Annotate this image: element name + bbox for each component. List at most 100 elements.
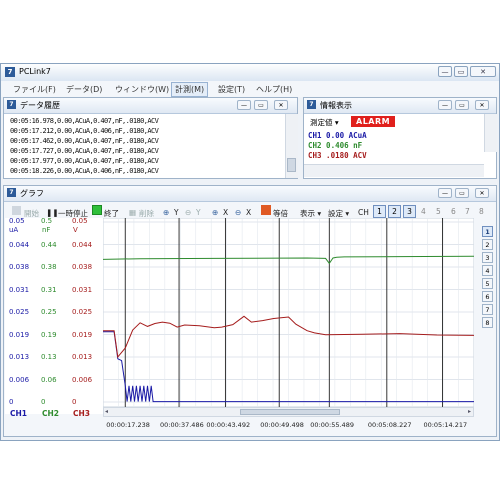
close-icon[interactable]: ✕ [470, 66, 496, 77]
y-tick-label: 0.019 [72, 330, 93, 339]
restore-icon[interactable]: ▭ [254, 100, 268, 110]
history-row: 00:05:17.977,0.00,ACuA,0.407,nF,.0180,AC… [10, 157, 159, 165]
graph-panel-title: グラフ [20, 189, 44, 198]
side-channel-button-1[interactable]: 1 [482, 226, 493, 237]
panel-icon: 7 [7, 100, 16, 109]
x-tick-label: 00:00:37.486 [160, 421, 204, 429]
restore-icon[interactable]: ▭ [454, 66, 468, 77]
x-zoom-in-button[interactable]: X [223, 208, 228, 217]
menu-settings[interactable]: 設定(T) [215, 83, 248, 96]
y-tick-label: 0.06 [41, 375, 57, 384]
legend-ch3: CH3 [73, 409, 90, 418]
chevron-down-icon: ▾ [334, 118, 339, 127]
side-channel-button-8[interactable]: 8 [482, 317, 493, 328]
side-channel-button-3[interactable]: 3 [482, 252, 493, 263]
menu-help[interactable]: ヘルプ(H) [253, 83, 295, 96]
zoom-in-icon: ⊕ [163, 208, 170, 217]
graph-hscrollbar[interactable]: ◂ ▸ [103, 407, 474, 417]
menu-bar: ファイル(F) データ(D) ウィンドウ(W) 計測(M) 設定(T) ヘルプ(… [1, 81, 499, 97]
measure-value-label: 測定値 [310, 118, 333, 127]
x-tick-label: 00:00:17.238 [106, 421, 150, 429]
side-channel-button-5[interactable]: 5 [482, 278, 493, 289]
scroll-left-icon[interactable]: ◂ [105, 408, 108, 415]
x-tick-label: 00:00:43.492 [206, 421, 251, 429]
y-tick-label: 0.25 [41, 308, 57, 316]
side-channel-button-6[interactable]: 6 [482, 291, 493, 302]
history-panel: 7 データ履歴 — ▭ ✕ 00:05:16.978,0.00,ACuA,0.4… [3, 97, 298, 179]
close-icon[interactable]: ✕ [475, 100, 489, 110]
minimize-icon[interactable]: — [237, 100, 251, 110]
ch-toggle-8[interactable]: 8 [479, 207, 484, 216]
zoom-out-icon: ⊖ [235, 208, 242, 217]
info-scrollbar[interactable] [484, 114, 497, 152]
restore-icon[interactable]: ▭ [455, 188, 469, 198]
y-tick-label: 0.13 [41, 353, 57, 361]
y-tick-label: 0.5 [41, 217, 53, 225]
y-tick-label: 0.19 [41, 330, 57, 339]
ch1-value: CH1 0.00 ACuA [308, 131, 367, 140]
title-bar: 7 PCLink7 — ▭ ✕ [1, 64, 499, 82]
graph-panel-titlebar: 7 グラフ — ▭ ✕ [4, 186, 496, 202]
y-tick-label: 0.006 [72, 375, 93, 384]
side-channel-button-7[interactable]: 7 [482, 304, 493, 315]
ch-toggle-7[interactable]: 7 [465, 207, 470, 216]
scroll-thumb[interactable] [287, 158, 296, 172]
y-tick-label: 0.031 [9, 285, 30, 294]
y-zoom-out-button[interactable]: Y [196, 208, 201, 217]
zoom-in-icon: ⊕ [212, 208, 219, 217]
history-row: 00:05:17.727,0.00,ACuA,0.407,nF,.0180,AC… [10, 147, 159, 155]
x-zoom-out-button[interactable]: X [246, 208, 251, 217]
ch2-unit: nF [42, 226, 51, 234]
y-tick-label: 0.019 [9, 330, 30, 339]
y-tick-label: 0.31 [41, 285, 57, 294]
y-tick-label: 0.031 [72, 285, 93, 294]
y-tick-label: 0.038 [72, 263, 93, 271]
info-hscrollbar[interactable] [304, 164, 484, 177]
alarm-badge: ALARM [351, 116, 396, 127]
restore-icon[interactable]: ▭ [455, 100, 469, 110]
y-tick-label: 0.013 [9, 353, 30, 361]
history-scrollbar[interactable] [285, 114, 298, 178]
y-tick-label: 0.044 [72, 240, 93, 249]
history-panel-titlebar: 7 データ履歴 — ▭ ✕ [4, 98, 297, 114]
legend-ch2: CH2 [42, 409, 59, 418]
ch-toggle-3[interactable]: 3 [403, 205, 416, 218]
ch-toggle-2[interactable]: 2 [388, 205, 401, 218]
ch-toggle-6[interactable]: 6 [451, 207, 456, 216]
menu-data[interactable]: データ(D) [63, 83, 105, 96]
start-icon [12, 206, 21, 215]
ch3-value: CH3 .0180 ACV [308, 151, 367, 160]
minimize-icon[interactable]: — [438, 66, 452, 77]
side-channel-button-4[interactable]: 4 [482, 265, 493, 276]
menu-measure[interactable]: 計測(M) [171, 82, 209, 97]
y-tick-label: 0.044 [9, 240, 30, 249]
x-tick-label: 00:05:08.227 [367, 421, 412, 429]
side-channel-button-2[interactable]: 2 [482, 239, 493, 250]
legend-ch1: CH1 [10, 409, 27, 418]
measure-value-dropdown[interactable]: 測定値 ▾ [310, 117, 339, 128]
close-icon[interactable]: ✕ [274, 100, 288, 110]
ch-toggle-4[interactable]: 4 [421, 207, 426, 216]
ch-label: CH [358, 208, 369, 217]
y-tick-label: 0.44 [41, 240, 57, 249]
history-row: 00:05:17.212,0.00,ACuA,0.406,nF,.0180,AC… [10, 127, 159, 135]
y-zoom-in-button[interactable]: Y [174, 208, 179, 217]
close-icon[interactable]: ✕ [475, 188, 489, 198]
info-panel: 7 情報表示 — ▭ ✕ 測定値 ▾ ALARM CH1 0.00 ACuA C… [303, 97, 497, 179]
pause-icon: ❚❚ [46, 208, 59, 217]
minimize-icon[interactable]: — [438, 100, 452, 110]
y-tick-label: 0.025 [9, 308, 30, 316]
menu-window[interactable]: ウィンドウ(W) [112, 83, 172, 96]
window-title: PCLink7 [19, 67, 51, 76]
scroll-thumb[interactable] [240, 409, 340, 415]
x-tick-label: 00:00:55.489 [310, 421, 354, 429]
y-tick-label: 0.038 [9, 263, 30, 271]
y-tick-label: 0 [9, 398, 14, 406]
ch-toggle-1[interactable]: 1 [373, 205, 386, 218]
menu-file[interactable]: ファイル(F) [10, 83, 59, 96]
x-tick-label: 00:05:14.217 [423, 421, 468, 429]
y-tick-label: 0 [72, 398, 77, 406]
ch-toggle-5[interactable]: 5 [436, 207, 441, 216]
scroll-right-icon[interactable]: ▸ [468, 408, 471, 415]
minimize-icon[interactable]: — [438, 188, 452, 198]
